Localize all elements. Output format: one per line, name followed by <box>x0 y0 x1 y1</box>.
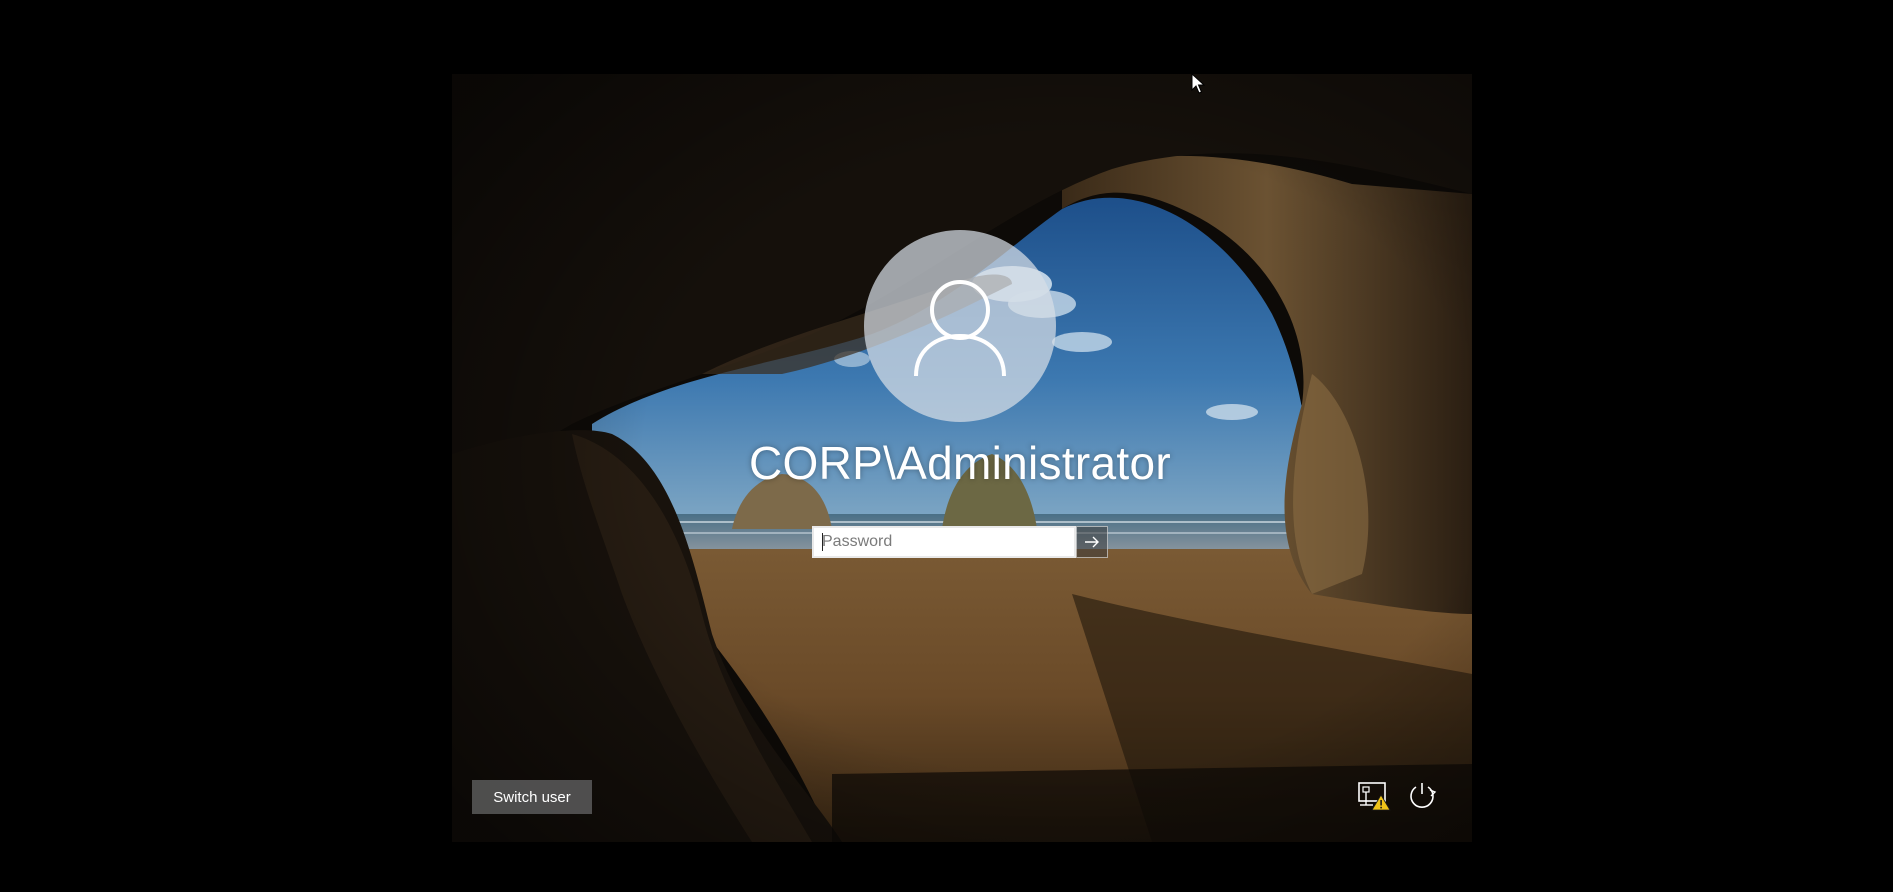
arrow-right-icon <box>1085 536 1099 548</box>
password-input[interactable] <box>812 526 1076 558</box>
user-avatar <box>864 230 1056 422</box>
user-icon <box>914 280 1006 377</box>
username-label: CORP\Administrator <box>748 437 1172 489</box>
screen: CORP\Administrator Switch user <box>0 0 1893 892</box>
network-warning-icon <box>1358 782 1391 811</box>
power-icon <box>1410 783 1437 808</box>
password-row <box>812 526 1108 558</box>
mouse-pointer-icon <box>1191 73 1205 94</box>
network-button[interactable] <box>1356 778 1392 814</box>
login-screen: CORP\Administrator Switch user <box>452 74 1472 842</box>
power-button[interactable] <box>1404 778 1440 814</box>
text-caret <box>822 533 823 551</box>
submit-button[interactable] <box>1076 526 1108 558</box>
switch-user-button[interactable]: Switch user <box>472 780 592 814</box>
